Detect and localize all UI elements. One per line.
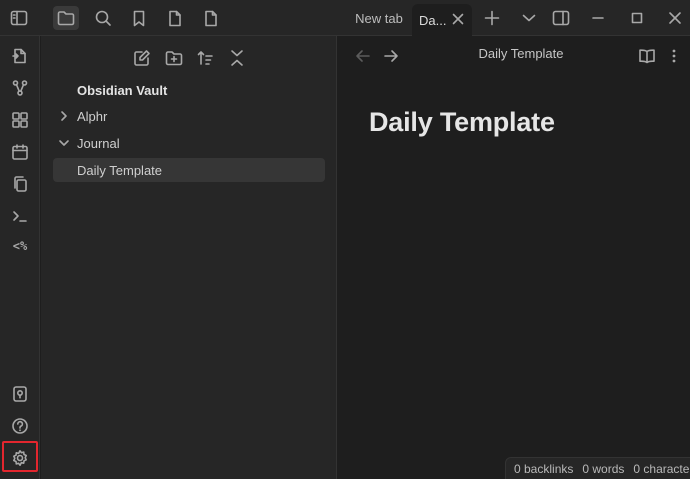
tab-label: Da... xyxy=(419,12,447,28)
chevron-right-icon xyxy=(61,111,67,121)
settings-highlight-box xyxy=(2,441,38,472)
character-count: 0 characters xyxy=(633,462,690,476)
editor-pane: Daily Template Daily Template xyxy=(338,36,690,479)
minimize-icon[interactable] xyxy=(585,6,611,30)
open-quick-switcher-icon[interactable] xyxy=(8,44,32,68)
toggle-right-sidebar-icon[interactable] xyxy=(548,6,574,30)
close-icon[interactable] xyxy=(452,13,464,25)
new-tab-plus-icon[interactable] xyxy=(479,6,505,30)
document-title[interactable]: Daily Template xyxy=(369,107,555,138)
canvas-icon[interactable] xyxy=(8,108,32,132)
ribbon: <% xyxy=(0,36,40,479)
maximize-icon[interactable] xyxy=(624,6,650,30)
vault-name[interactable]: Obsidian Vault xyxy=(53,78,325,102)
file-icon-2[interactable] xyxy=(198,6,224,30)
tab-daily-template[interactable]: Da... xyxy=(412,4,472,36)
folder-label: Alphr xyxy=(77,108,108,124)
sort-order-icon[interactable] xyxy=(194,47,216,69)
templater-icon[interactable]: <% xyxy=(8,234,32,258)
folder-label: Journal xyxy=(77,135,120,151)
folder-journal[interactable]: Journal xyxy=(53,131,325,155)
search-icon[interactable] xyxy=(90,6,116,30)
file-daily-template[interactable]: Daily Template xyxy=(53,158,325,182)
vault-name-label: Obsidian Vault xyxy=(77,82,168,98)
graph-view-icon[interactable] xyxy=(8,76,32,100)
file-label: Daily Template xyxy=(77,162,163,178)
files-icon[interactable] xyxy=(53,6,79,30)
templater-label: <% xyxy=(12,239,28,253)
reading-view-book-icon[interactable] xyxy=(637,46,657,66)
toggle-left-sidebar-icon[interactable] xyxy=(6,6,32,30)
new-folder-icon[interactable] xyxy=(163,47,185,69)
help-icon[interactable] xyxy=(8,414,32,438)
more-options-icon[interactable] xyxy=(664,46,684,66)
tab-new-tab[interactable]: New tab xyxy=(348,4,410,32)
vault-switcher-icon[interactable] xyxy=(8,382,32,406)
collapse-all-icon[interactable] xyxy=(226,47,248,69)
status-bar: 0 backlinks 0 words 0 characters xyxy=(505,457,690,479)
close-window-icon[interactable] xyxy=(662,6,688,30)
tab-label: New tab xyxy=(355,10,403,26)
title-bar: New tab Da... xyxy=(0,0,690,36)
copy-icon[interactable] xyxy=(8,172,32,196)
chevron-down-icon xyxy=(59,140,69,146)
folder-alphr[interactable]: Alphr xyxy=(53,104,325,128)
file-icon[interactable] xyxy=(162,6,188,30)
word-count: 0 words xyxy=(582,462,625,476)
file-explorer: Obsidian Vault Alphr Journal Daily Templ… xyxy=(41,36,337,479)
bookmark-icon[interactable] xyxy=(126,6,152,30)
terminal-icon[interactable] xyxy=(8,204,32,228)
new-note-icon[interactable] xyxy=(131,47,153,69)
backlinks-count[interactable]: 0 backlinks xyxy=(514,462,573,476)
chevron-down-icon[interactable] xyxy=(516,6,542,30)
calendar-icon[interactable] xyxy=(8,140,32,164)
